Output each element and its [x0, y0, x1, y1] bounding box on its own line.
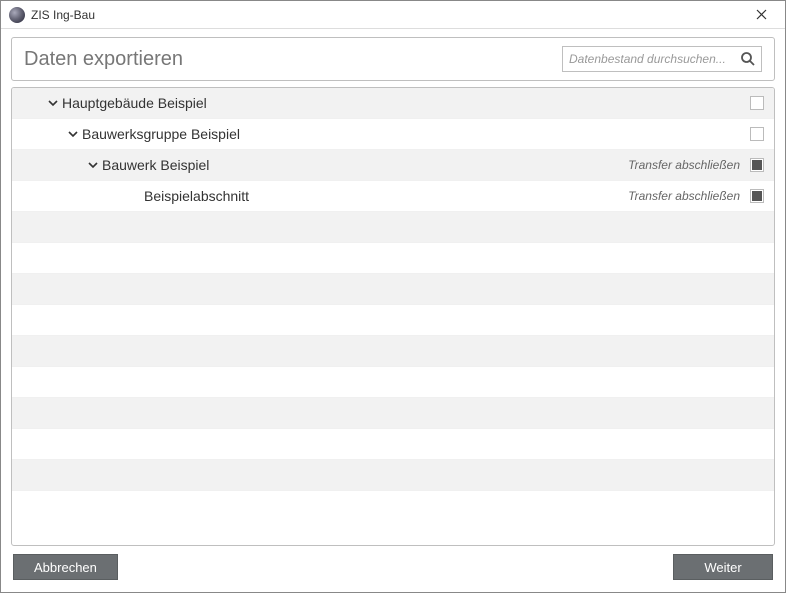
- footer: Abbrechen Weiter: [11, 552, 775, 582]
- search-box: [562, 46, 762, 72]
- tree-row-empty: [12, 367, 774, 398]
- cancel-button[interactable]: Abbrechen: [13, 554, 118, 580]
- tree-row-empty: [12, 305, 774, 336]
- chevron-down-icon[interactable]: [44, 97, 62, 109]
- chevron-down-icon[interactable]: [84, 159, 102, 171]
- tree-row[interactable]: Hauptgebäude Beispiel: [12, 88, 774, 119]
- tree-row[interactable]: Bauwerksgruppe Beispiel: [12, 119, 774, 150]
- tree-row-label: Hauptgebäude Beispiel: [62, 95, 750, 111]
- tree-row-status: Transfer abschließen: [628, 189, 740, 203]
- search-icon: [740, 51, 756, 67]
- tree-row-empty: [12, 460, 774, 491]
- tree-row[interactable]: Bauwerk BeispielTransfer abschließen: [12, 150, 774, 181]
- window-title: ZIS Ing-Bau: [31, 8, 745, 22]
- tree-row-label: Bauwerksgruppe Beispiel: [82, 126, 750, 142]
- next-button[interactable]: Weiter: [673, 554, 773, 580]
- search-icon-wrap[interactable]: [735, 47, 761, 71]
- tree: Hauptgebäude Beispiel Bauwerksgruppe Beis…: [11, 87, 775, 546]
- content: Daten exportieren Hauptgebäude Beispiel B…: [1, 29, 785, 592]
- tree-row-checkbox[interactable]: [750, 127, 764, 141]
- tree-row-checkbox[interactable]: [750, 189, 764, 203]
- tree-row-empty: [12, 429, 774, 460]
- page-title: Daten exportieren: [24, 48, 183, 71]
- search-input[interactable]: [563, 47, 735, 71]
- tree-row-status: Transfer abschließen: [628, 158, 740, 172]
- titlebar: ZIS Ing-Bau: [1, 1, 785, 29]
- header-card: Daten exportieren: [11, 37, 775, 81]
- tree-row-empty: [12, 274, 774, 305]
- close-button[interactable]: [745, 1, 777, 28]
- tree-row-empty: [12, 243, 774, 274]
- tree-row-empty: [12, 212, 774, 243]
- tree-row-label: Bauwerk Beispiel: [102, 157, 628, 173]
- app-icon: [9, 7, 25, 23]
- tree-row-checkbox[interactable]: [750, 158, 764, 172]
- chevron-down-icon[interactable]: [64, 128, 82, 140]
- tree-row-label: Beispielabschnitt: [144, 188, 628, 204]
- tree-row-empty: [12, 336, 774, 367]
- close-icon: [756, 9, 767, 20]
- tree-row-empty: [12, 398, 774, 429]
- tree-row-checkbox[interactable]: [750, 96, 764, 110]
- tree-row[interactable]: BeispielabschnittTransfer abschließen: [12, 181, 774, 212]
